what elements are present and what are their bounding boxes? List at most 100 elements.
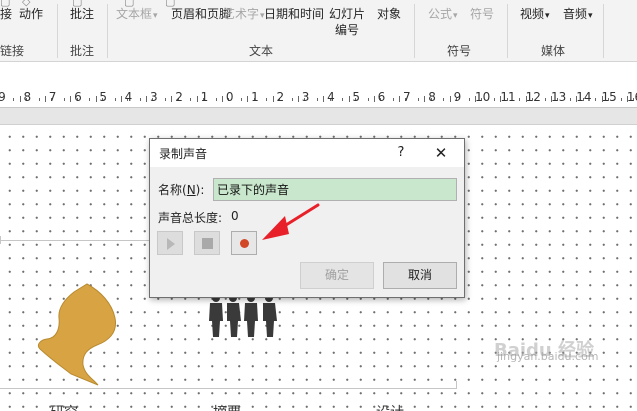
equation-button[interactable]: 公式 xyxy=(428,6,458,24)
ruler-number: 12 xyxy=(525,90,541,104)
record-sound-dialog: 录制声音 ? ✕ 名称(N): 声音总长度: 0 确定 取消 xyxy=(149,138,465,298)
wordart-button[interactable]: 艺术字 xyxy=(223,6,265,24)
horizontal-ruler[interactable]: 987654321012345678910111213141516 xyxy=(0,88,637,108)
ruler-number: 6 xyxy=(377,90,386,104)
group-label-comments: 批注 xyxy=(70,44,95,58)
ruler-number: 8 xyxy=(23,90,32,104)
ribbon-separator xyxy=(507,4,508,58)
textbox-button[interactable]: 文本框 xyxy=(116,6,158,24)
close-button[interactable]: ✕ xyxy=(430,142,452,164)
ruler-number: 4 xyxy=(124,90,133,104)
ruler-number: 4 xyxy=(327,90,335,104)
ruler-tick xyxy=(114,98,116,101)
ruler-number: 1 xyxy=(251,90,259,104)
date-time-button[interactable]: 日期和时间 xyxy=(264,6,324,22)
gold-shape-icon[interactable] xyxy=(34,281,120,393)
ribbon-separator xyxy=(57,4,58,58)
ribbon-separator xyxy=(603,4,604,58)
ruler-number: 8 xyxy=(428,90,436,104)
ruler-tick xyxy=(247,96,249,102)
ruler-tick xyxy=(63,98,65,101)
ruler-tick xyxy=(468,98,470,101)
ruler-tick xyxy=(342,98,344,101)
ok-button[interactable]: 确定 xyxy=(300,262,374,289)
guide-line xyxy=(0,236,1,244)
ruler-number: 14 xyxy=(576,90,592,104)
slide-label-research: 研究 xyxy=(50,402,78,411)
ruler-tick xyxy=(316,98,318,101)
sound-name-input[interactable] xyxy=(213,178,457,201)
ruler-number: 15 xyxy=(601,90,617,104)
ruler-tick xyxy=(171,96,173,102)
ruler-number: 6 xyxy=(74,90,82,104)
cancel-button[interactable]: 取消 xyxy=(383,262,457,289)
ruler-number: 7 xyxy=(48,90,57,104)
ruler-tick xyxy=(272,96,274,102)
ruler-tick xyxy=(569,98,571,101)
play-button[interactable] xyxy=(157,231,183,255)
ruler-number: 13 xyxy=(550,90,567,104)
ruler-tick xyxy=(89,98,91,101)
ruler-tick xyxy=(373,96,375,102)
symbol-button[interactable]: 符号 xyxy=(470,6,494,22)
ruler-tick xyxy=(392,98,394,101)
group-label-links: 链接 xyxy=(0,44,25,58)
ruler-tick xyxy=(399,96,401,102)
ribbon: ▢ ◇ ▢ ▢ ▢ 接 动作 批注 文本框 页眉和页脚 艺术字 日期和时间 幻灯… xyxy=(0,0,637,62)
ruler-number: 3 xyxy=(149,90,158,104)
ruler-tick xyxy=(291,98,293,101)
ruler-number: 7 xyxy=(402,90,411,104)
ruler-tick xyxy=(222,96,224,102)
ruler-number: 9 xyxy=(0,90,6,104)
ruler-tick xyxy=(19,96,21,102)
dialog-titlebar[interactable]: 录制声音 ? ✕ xyxy=(150,139,464,167)
ruler-number: 16 xyxy=(626,90,637,104)
ruler-tick xyxy=(215,98,217,101)
ruler-tick xyxy=(494,98,496,101)
action-button[interactable]: 动作 xyxy=(19,6,43,22)
group-label-text: 文本 xyxy=(249,44,274,58)
ruler-number: 2 xyxy=(175,90,183,104)
ruler-tick xyxy=(241,98,243,101)
ruler-number: 3 xyxy=(301,90,310,104)
ruler-tick xyxy=(348,96,350,102)
ruler-number: 2 xyxy=(276,90,285,104)
audio-button[interactable]: 音频 xyxy=(563,6,593,24)
comment-button[interactable]: 批注 xyxy=(70,6,94,22)
header-footer-button[interactable]: 页眉和页脚 xyxy=(171,6,231,22)
ruler-tick xyxy=(595,98,597,101)
ruler-tick xyxy=(139,98,141,101)
slide-top-margin xyxy=(0,108,637,125)
name-label: 名称(N): xyxy=(158,183,205,197)
slide-number-button-line2[interactable]: 编号 xyxy=(335,22,359,38)
ruler-tick xyxy=(297,96,299,102)
sound-length-value: 0 xyxy=(231,209,239,223)
ribbon-link-stub[interactable]: 接 xyxy=(0,6,12,22)
dialog-title: 录制声音 xyxy=(159,147,208,161)
ruler-number: 9 xyxy=(453,90,462,104)
people-group-icon[interactable] xyxy=(207,293,283,339)
video-button[interactable]: 视频 xyxy=(520,6,550,24)
ruler-tick xyxy=(146,96,148,102)
slide-label-summary: 摘要 xyxy=(213,402,241,411)
ruler-tick xyxy=(424,96,426,102)
record-icon xyxy=(240,239,249,248)
ruler-tick xyxy=(449,96,451,102)
record-button[interactable] xyxy=(231,231,257,255)
ruler-tick xyxy=(70,96,72,102)
ruler-tick xyxy=(418,98,420,101)
ruler-number: 5 xyxy=(99,90,108,104)
ribbon-separator xyxy=(414,4,415,58)
object-button[interactable]: 对象 xyxy=(377,6,401,22)
guide-line xyxy=(456,381,457,389)
ruler-number: 11 xyxy=(500,90,516,104)
group-label-media: 媒体 xyxy=(541,44,566,58)
ruler-number: 10 xyxy=(475,90,491,104)
ruler-tick xyxy=(266,98,268,101)
stop-icon xyxy=(202,238,213,249)
stop-button[interactable] xyxy=(194,231,220,255)
ruler-tick xyxy=(620,98,622,101)
ruler-number: 1 xyxy=(200,90,209,104)
slide-number-button-line1[interactable]: 幻灯片 xyxy=(329,6,365,22)
help-button[interactable]: ? xyxy=(391,143,411,163)
